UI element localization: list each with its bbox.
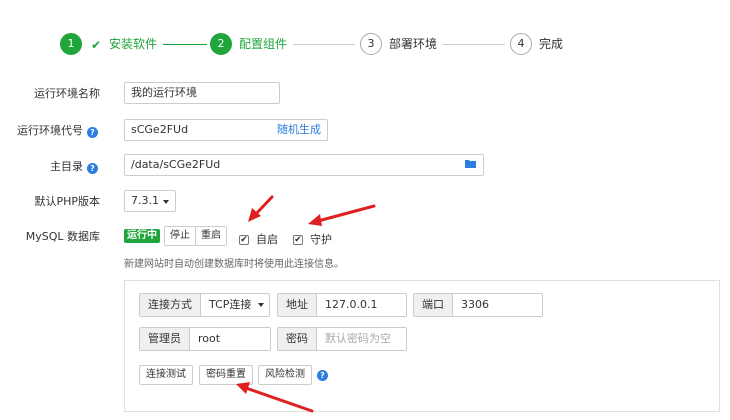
annotation-arrow-autostart <box>248 195 274 222</box>
connection-method-label: 连接方式 <box>140 294 201 316</box>
connection-test-button[interactable]: 连接测试 <box>139 365 193 385</box>
help-icon[interactable]: ? <box>87 163 98 174</box>
connection-method-group[interactable]: 连接方式 TCP连接 <box>139 293 270 317</box>
check-icon: ✔ <box>91 38 102 52</box>
random-generate-link[interactable]: 随机生成 <box>277 120 321 140</box>
chevron-down-icon <box>258 303 264 307</box>
password-label: 密码 <box>278 328 317 350</box>
env-code-label-text: 运行环境代号 <box>17 124 83 137</box>
autostart-label: 自启 <box>256 233 278 246</box>
mysql-status-badge: 运行中 <box>124 229 160 243</box>
risk-check-button[interactable]: 风险检测 <box>258 365 312 385</box>
env-code-label: 运行环境代号? <box>0 124 98 138</box>
step-connector-1 <box>163 44 207 45</box>
guard-label: 守护 <box>310 233 332 246</box>
password-reset-button[interactable]: 密码重置 <box>199 365 253 385</box>
admin-group[interactable]: 管理员 root <box>139 327 271 351</box>
step-3-circle: 3 <box>360 33 382 55</box>
step-4-label: 完成 <box>539 37 564 51</box>
annotation-arrow-guard <box>308 204 376 226</box>
step-4-circle: 4 <box>510 33 532 55</box>
help-icon[interactable]: ? <box>317 370 328 381</box>
step-2-label: 配置组件 <box>239 37 288 51</box>
address-label: 地址 <box>278 294 317 316</box>
autostart-checkbox[interactable]: ✔ <box>239 235 249 245</box>
admin-label: 管理员 <box>140 328 190 350</box>
mysql-restart-button[interactable]: 重启 <box>195 226 227 246</box>
env-name-input[interactable]: 我的运行环境 <box>124 82 280 104</box>
connection-panel: 连接方式 TCP连接 地址 127.0.0.1 端口 3306 管理员 root… <box>124 280 720 412</box>
port-input[interactable]: 3306 <box>453 294 497 316</box>
env-code-value: sCGe2FUd <box>131 123 189 136</box>
step-1-circle: 1 <box>60 33 82 55</box>
php-version-label: 默认PHP版本 <box>34 195 100 208</box>
mysql-label: MySQL 数据库 <box>25 230 100 243</box>
help-icon[interactable]: ? <box>87 127 98 138</box>
address-group[interactable]: 地址 127.0.0.1 <box>277 293 407 317</box>
home-dir-label-text: 主目录 <box>50 160 83 173</box>
mysql-info-text: 新建网站时自动创建数据库时将使用此连接信息。 <box>124 259 344 270</box>
step-connector-2 <box>293 44 355 45</box>
password-input[interactable]: 默认密码为空 <box>317 328 399 350</box>
home-dir-label: 主目录? <box>0 160 98 174</box>
step-2-circle: 2 <box>210 33 232 55</box>
step-connector-3 <box>443 44 505 45</box>
step-3-label: 部署环境 <box>389 37 438 51</box>
env-name-label: 运行环境名称 <box>34 87 100 100</box>
address-input[interactable]: 127.0.0.1 <box>317 294 385 316</box>
home-dir-input[interactable]: /data/sCGe2FUd <box>124 154 484 176</box>
wizard-stepper: 1 ✔ 安装软件 2 配置组件 3 部署环境 4 完成 <box>0 0 730 80</box>
step-1-label: 安装软件 <box>109 37 158 51</box>
folder-icon[interactable] <box>465 159 477 169</box>
guard-checkbox[interactable]: ✔ <box>293 235 303 245</box>
chevron-down-icon <box>163 200 169 204</box>
mysql-stop-button[interactable]: 停止 <box>164 226 196 246</box>
admin-input[interactable]: root <box>190 328 228 350</box>
home-dir-value: /data/sCGe2FUd <box>131 158 221 171</box>
php-version-value: 7.3.1 <box>131 194 159 207</box>
password-group[interactable]: 密码 默认密码为空 <box>277 327 407 351</box>
port-group[interactable]: 端口 3306 <box>413 293 543 317</box>
port-label: 端口 <box>414 294 453 316</box>
